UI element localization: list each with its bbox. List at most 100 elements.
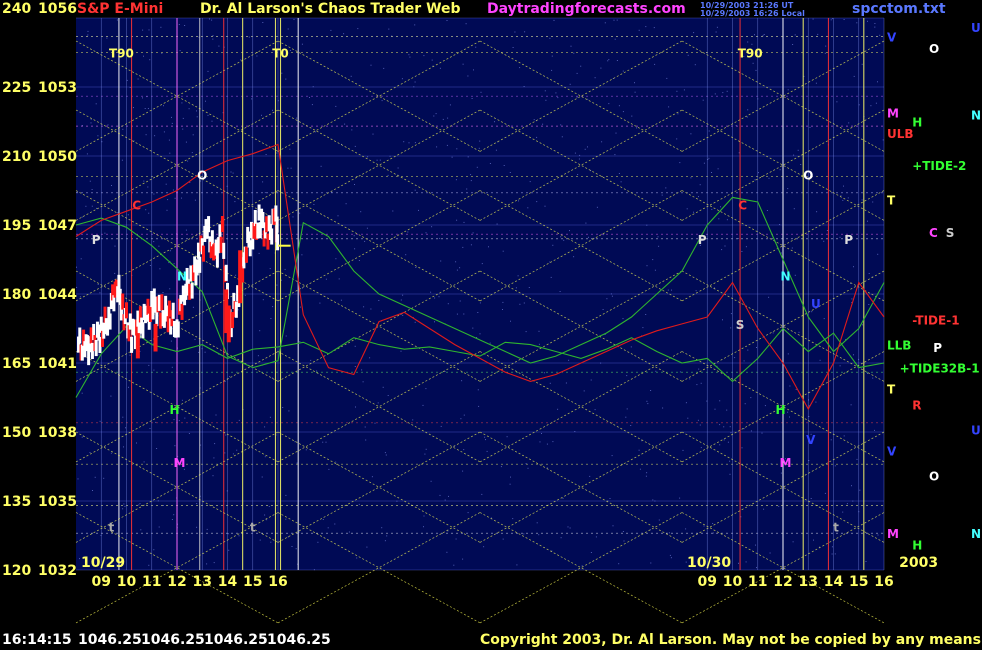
x-tick-label: 10 xyxy=(723,574,743,590)
price-bar xyxy=(244,246,248,263)
price-bar xyxy=(130,336,134,353)
price-bar xyxy=(202,245,206,262)
down-bar xyxy=(238,250,243,304)
chart-annotation: T90 xyxy=(109,47,134,61)
right-label: N xyxy=(971,109,981,123)
y-tick-label-right: 1047 xyxy=(38,218,77,234)
quote-low: 1046.25 xyxy=(204,632,268,648)
x-tick-label: 13 xyxy=(799,574,818,590)
down-bar xyxy=(135,333,140,359)
right-label: M xyxy=(887,527,899,541)
right-label: C xyxy=(929,226,938,240)
quote-high: 1046.25 xyxy=(141,632,205,648)
quote-open: 1046.25 xyxy=(78,632,142,648)
x-tick-label: 11 xyxy=(142,574,161,590)
price-bar xyxy=(180,303,184,320)
chart-annotation: t xyxy=(250,520,256,534)
chart-annotation: T90 xyxy=(738,47,763,61)
price-chart: 225 1053 210 1050 195 1047 180 1044 165 1041 150 10… xyxy=(2,17,981,624)
chart-annotation: N xyxy=(177,270,187,284)
price-bar xyxy=(276,234,280,251)
y-tick-label-right: 1032 xyxy=(38,563,77,579)
y-tick-label-left: 120 xyxy=(2,563,31,579)
y-tick-label-left: 225 xyxy=(2,80,31,96)
right-label: N xyxy=(971,527,981,541)
price-bar xyxy=(270,228,274,245)
y-axis: 225 1053 210 1050 195 1047 180 1044 165 1041 150 10… xyxy=(2,80,77,579)
footer-bar: 16:14:15 1046.25 1046.25 1046.25 1046.25… xyxy=(0,628,982,650)
x-tick-label: 13 xyxy=(193,574,212,590)
price-bar xyxy=(155,309,159,327)
x-tick-label: 12 xyxy=(773,574,792,590)
price-bar xyxy=(117,274,121,291)
y-tick-label-right: 1035 xyxy=(38,494,77,510)
right-label: ULB xyxy=(887,127,914,141)
right-label: H xyxy=(912,539,922,553)
right-label: +TIDE32B-1 xyxy=(900,362,980,376)
x-tick-label: 15 xyxy=(243,574,262,590)
chart-annotation: P xyxy=(698,233,707,247)
right-label: O xyxy=(929,42,939,56)
right-label: -TIDE-1 xyxy=(912,313,959,327)
x-tick-label: 16 xyxy=(268,574,287,590)
chart-annotation: N xyxy=(781,270,791,284)
x-tick-label: 15 xyxy=(849,574,868,590)
y-tick-label-left: 195 xyxy=(2,218,31,234)
right-label: R xyxy=(912,398,921,412)
chart-annotation: M xyxy=(780,456,792,470)
price-bar xyxy=(94,339,98,357)
date-label: 2003 xyxy=(899,555,938,571)
price-bar xyxy=(78,327,82,344)
price-bar xyxy=(220,216,224,233)
y-tick-label-right: 1050 xyxy=(38,149,77,165)
price-bar xyxy=(224,264,228,281)
quote-close: 1046.25 xyxy=(267,632,331,648)
chart-annotation: t xyxy=(833,520,839,534)
x-tick-label: 12 xyxy=(167,574,186,590)
chart-annotation: S xyxy=(736,318,745,332)
chart-annotation: H xyxy=(775,403,785,417)
chart-annotation: M xyxy=(174,456,186,470)
right-label: U xyxy=(971,424,981,438)
chart-annotation: P xyxy=(844,233,853,247)
y-tick-label-right: 1038 xyxy=(38,425,77,441)
chart-annotation: H xyxy=(169,403,179,417)
price-bar xyxy=(171,302,175,319)
chart-annotation: V xyxy=(806,433,816,447)
price-bar xyxy=(125,302,128,319)
x-tick-label: 10 xyxy=(117,574,137,590)
chart-window: 240 1056 S&P E-Mini Dr. Al Larson's Chao… xyxy=(0,0,982,650)
price-bar xyxy=(198,256,202,273)
price-bar xyxy=(108,313,112,330)
price-bar xyxy=(275,216,279,233)
right-label: M xyxy=(887,106,899,120)
down-bar xyxy=(226,305,231,343)
price-bar xyxy=(141,322,145,339)
right-label: H xyxy=(912,116,922,130)
chart-annotation: O xyxy=(803,168,813,182)
y-tick-label-left: 135 xyxy=(2,494,31,510)
x-tick-label: 16 xyxy=(874,574,893,590)
right-legend: VOUM NHULB+TIDE-2TC S-TIDE-1LLB P+TIDE32B-1… xyxy=(887,21,981,553)
date-label: 10/29 xyxy=(81,555,125,571)
x-tick-label: 14 xyxy=(218,574,238,590)
x-tick-label: 14 xyxy=(824,574,844,590)
chart-annotation: t xyxy=(108,520,114,534)
price-bar xyxy=(215,251,219,268)
y-tick-label-left: 150 xyxy=(2,425,31,441)
price-bar xyxy=(207,216,211,233)
y-tick-label-left: 165 xyxy=(2,356,31,372)
y-tick-label-right: 1041 xyxy=(38,356,77,372)
date-label: 10/30 xyxy=(687,555,731,571)
x-tick-label: 09 xyxy=(698,574,717,590)
chart-annotation: C xyxy=(738,198,747,212)
right-label: V xyxy=(887,444,897,458)
y-tick-label-left: 210 xyxy=(2,149,31,165)
price-bar xyxy=(190,282,194,299)
right-label: P xyxy=(933,341,942,355)
y-tick-label-right: 1044 xyxy=(38,287,77,303)
down-bar xyxy=(153,323,158,352)
price-bar xyxy=(176,321,180,338)
right-label: O xyxy=(929,470,939,484)
right-label: S xyxy=(946,226,955,240)
